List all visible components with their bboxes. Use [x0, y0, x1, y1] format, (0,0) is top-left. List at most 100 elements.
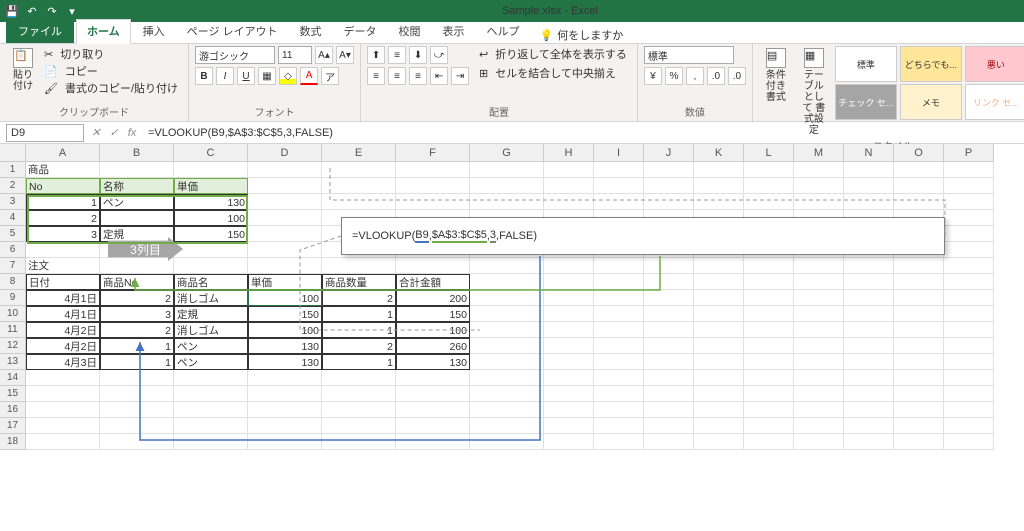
- cell-P3[interactable]: [944, 194, 994, 210]
- cell-A16[interactable]: [26, 402, 100, 418]
- cell-D17[interactable]: [248, 418, 322, 434]
- align-top-button[interactable]: ⬆: [367, 46, 385, 64]
- row-header-10[interactable]: 10: [0, 306, 26, 322]
- cell-H8[interactable]: [544, 274, 594, 290]
- row-header-9[interactable]: 9: [0, 290, 26, 306]
- cell-N3[interactable]: [844, 194, 894, 210]
- cell-G1[interactable]: [470, 162, 544, 178]
- cell-I11[interactable]: [594, 322, 644, 338]
- cell-K17[interactable]: [694, 418, 744, 434]
- cell-C12[interactable]: ペン: [174, 338, 248, 354]
- cell-G12[interactable]: [470, 338, 544, 354]
- cell-D5[interactable]: [248, 226, 322, 242]
- cell-E3[interactable]: [322, 194, 396, 210]
- cell-N16[interactable]: [844, 402, 894, 418]
- cell-B14[interactable]: [100, 370, 174, 386]
- cell-C6[interactable]: [174, 242, 248, 258]
- cell-I12[interactable]: [594, 338, 644, 354]
- style-check[interactable]: チェック セ...: [835, 84, 897, 120]
- cell-B1[interactable]: [100, 162, 174, 178]
- cell-I13[interactable]: [594, 354, 644, 370]
- cell-D16[interactable]: [248, 402, 322, 418]
- cell-C17[interactable]: [174, 418, 248, 434]
- cell-J1[interactable]: [644, 162, 694, 178]
- cell-G15[interactable]: [470, 386, 544, 402]
- cell-L18[interactable]: [744, 434, 794, 450]
- cell-I7[interactable]: [594, 258, 644, 274]
- cell-D15[interactable]: [248, 386, 322, 402]
- cell-F3[interactable]: [396, 194, 470, 210]
- cell-O10[interactable]: [894, 306, 944, 322]
- cell-L17[interactable]: [744, 418, 794, 434]
- align-bottom-button[interactable]: ⬇: [409, 46, 427, 64]
- cell-A2[interactable]: No: [26, 178, 100, 194]
- cell-J18[interactable]: [644, 434, 694, 450]
- cell-E18[interactable]: [322, 434, 396, 450]
- cell-H2[interactable]: [544, 178, 594, 194]
- cell-J12[interactable]: [644, 338, 694, 354]
- cell-F11[interactable]: 100: [396, 322, 470, 338]
- orientation-button[interactable]: ⤻: [430, 46, 448, 64]
- cell-P6[interactable]: [944, 242, 994, 258]
- cell-A11[interactable]: 4月2日: [26, 322, 100, 338]
- cell-E15[interactable]: [322, 386, 396, 402]
- bold-button[interactable]: B: [195, 67, 213, 85]
- row-header-5[interactable]: 5: [0, 226, 26, 242]
- cell-F2[interactable]: [396, 178, 470, 194]
- cell-A8[interactable]: 日付: [26, 274, 100, 290]
- decimal-inc-button[interactable]: .0: [707, 67, 725, 85]
- cell-K7[interactable]: [694, 258, 744, 274]
- cell-B11[interactable]: 2: [100, 322, 174, 338]
- cell-G9[interactable]: [470, 290, 544, 306]
- cell-styles-gallery[interactable]: 標準 どちらでも... 悪い チェック セ... メモ リンク セ...: [835, 46, 1024, 120]
- cell-C16[interactable]: [174, 402, 248, 418]
- cell-J11[interactable]: [644, 322, 694, 338]
- more-icon[interactable]: ▾: [64, 3, 80, 19]
- cell-A1[interactable]: 商品: [26, 162, 100, 178]
- cell-C5[interactable]: 150: [174, 226, 248, 242]
- cell-L3[interactable]: [744, 194, 794, 210]
- tab-formulas[interactable]: 数式: [290, 20, 332, 43]
- cell-L9[interactable]: [744, 290, 794, 306]
- cell-B5[interactable]: 定規: [100, 226, 174, 242]
- row-header-3[interactable]: 3: [0, 194, 26, 210]
- cell-N15[interactable]: [844, 386, 894, 402]
- cell-B18[interactable]: [100, 434, 174, 450]
- cell-I17[interactable]: [594, 418, 644, 434]
- cell-C9[interactable]: 消しゴム: [174, 290, 248, 306]
- copy-icon[interactable]: 📄: [44, 65, 58, 78]
- decimal-dec-button[interactable]: .0: [728, 67, 746, 85]
- cell-K3[interactable]: [694, 194, 744, 210]
- cell-I18[interactable]: [594, 434, 644, 450]
- style-neutral[interactable]: どちらでも...: [900, 46, 962, 82]
- cell-A17[interactable]: [26, 418, 100, 434]
- cell-D10[interactable]: 150: [248, 306, 322, 322]
- cell-N18[interactable]: [844, 434, 894, 450]
- cell-G10[interactable]: [470, 306, 544, 322]
- copy-button[interactable]: コピー: [61, 63, 102, 79]
- merge-center-button[interactable]: セルを結合して中央揃え: [491, 65, 620, 81]
- cell-F12[interactable]: 260: [396, 338, 470, 354]
- cell-N9[interactable]: [844, 290, 894, 306]
- cell-L11[interactable]: [744, 322, 794, 338]
- phonetic-button[interactable]: ア: [321, 67, 339, 85]
- cell-M16[interactable]: [794, 402, 844, 418]
- style-standard[interactable]: 標準: [835, 46, 897, 82]
- row-header-1[interactable]: 1: [0, 162, 26, 178]
- cell-K11[interactable]: [694, 322, 744, 338]
- cell-A4[interactable]: 2: [26, 210, 100, 226]
- format-painter-button[interactable]: 書式のコピー/貼り付け: [61, 80, 182, 96]
- cell-G7[interactable]: [470, 258, 544, 274]
- cell-G17[interactable]: [470, 418, 544, 434]
- cell-A14[interactable]: [26, 370, 100, 386]
- cell-P2[interactable]: [944, 178, 994, 194]
- cell-P16[interactable]: [944, 402, 994, 418]
- cell-K16[interactable]: [694, 402, 744, 418]
- cell-C3[interactable]: 130: [174, 194, 248, 210]
- cell-E2[interactable]: [322, 178, 396, 194]
- cell-N11[interactable]: [844, 322, 894, 338]
- cell-K10[interactable]: [694, 306, 744, 322]
- cell-P14[interactable]: [944, 370, 994, 386]
- fx-icon[interactable]: fx: [124, 125, 140, 141]
- cell-D7[interactable]: [248, 258, 322, 274]
